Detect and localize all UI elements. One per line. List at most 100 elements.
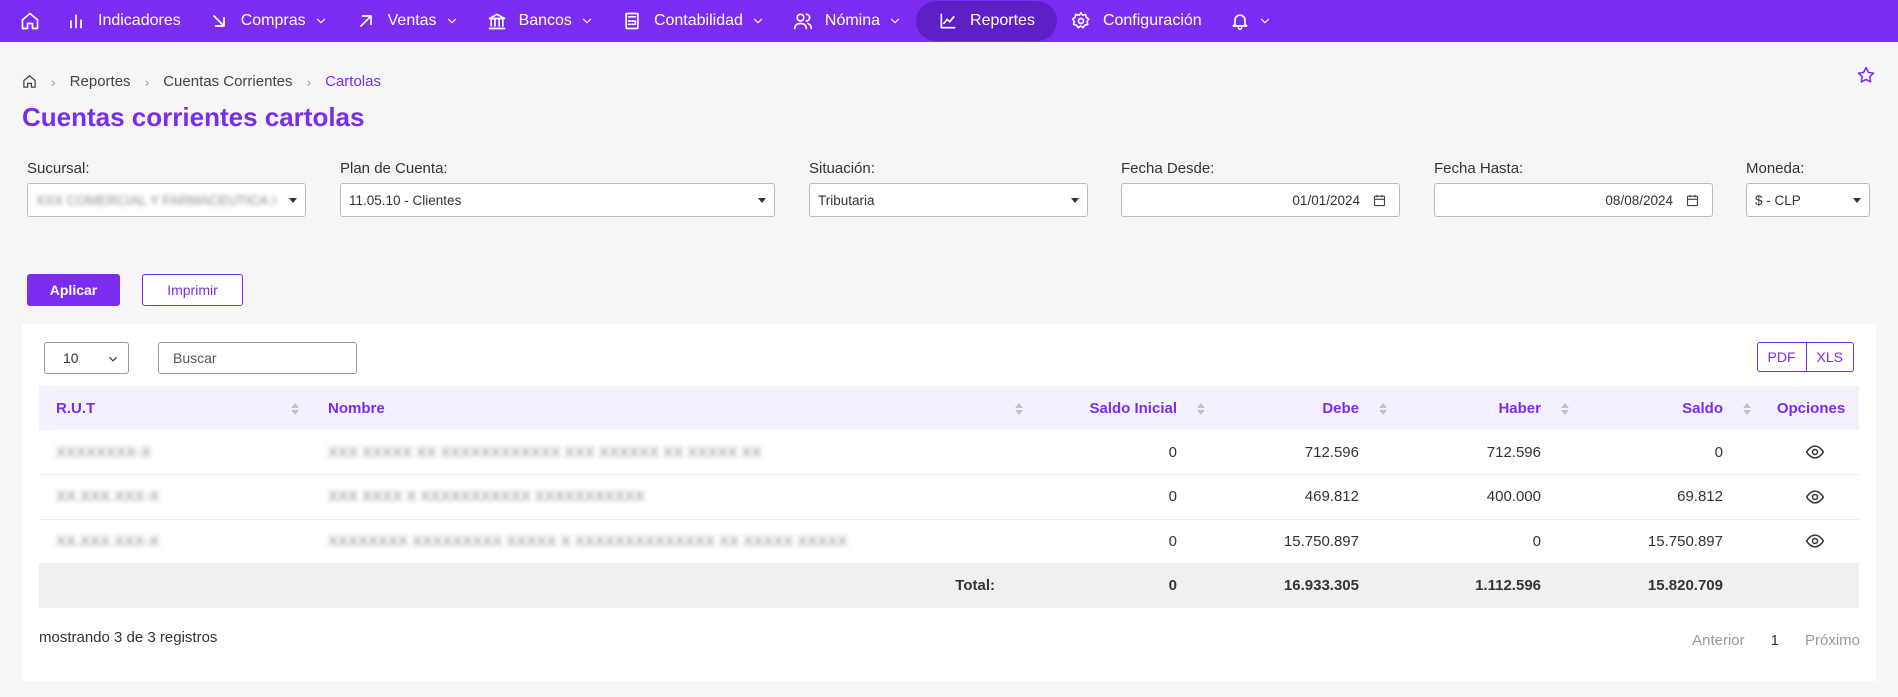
haber-cell: 400.000 <box>1486 488 1541 506</box>
column-header-nombre[interactable]: Nombre <box>311 386 1035 430</box>
chevron-down-icon <box>109 356 117 362</box>
sort-icon <box>1197 403 1205 415</box>
nombre-cell: XXXXXXXX XXXXXXXXX XXXXX X XXXXXXXXXXXXX… <box>328 532 848 550</box>
saldo-inicial-cell: 0 <box>1168 532 1177 550</box>
home-icon[interactable] <box>22 74 37 89</box>
top-navbar: Indicadores Compras Ventas Bancos Contab… <box>0 0 1898 42</box>
debe-cell: 15.750.897 <box>1283 532 1359 550</box>
debe-cell: 469.812 <box>1304 488 1359 506</box>
page-size-select[interactable]: 10 <box>44 342 129 374</box>
table-header-row: R.U.T Nombre Saldo Inicial Debe Haber Sa… <box>39 386 1859 430</box>
fecha-hasta-input[interactable]: 08/08/2024 <box>1434 183 1713 217</box>
saldo-cell: 15.750.897 <box>1647 532 1723 550</box>
total-saldo-inicial: 0 <box>1168 577 1177 595</box>
chevron-down-icon <box>890 18 900 24</box>
chevron-down-icon <box>753 18 762 24</box>
nav-item-label: Indicadores <box>98 12 181 29</box>
filter-fecha-hasta: Fecha Hasta: 08/08/2024 <box>1434 160 1713 217</box>
view-button[interactable] <box>1763 475 1859 520</box>
arrow-down-right-icon <box>212 15 225 27</box>
pagination: Anterior 1 Próximo <box>1684 632 1868 649</box>
page-size-value: 10 <box>63 350 79 366</box>
favorite-button[interactable] <box>1856 65 1876 85</box>
caret-down-icon <box>289 198 297 203</box>
chevron-down-icon <box>582 18 592 24</box>
nav-item-contabilidad[interactable]: Contabilidad <box>608 0 779 42</box>
nav-item-bancos[interactable]: Bancos <box>473 0 608 42</box>
search-input[interactable] <box>158 342 357 374</box>
pagination-prev[interactable]: Anterior <box>1684 632 1753 649</box>
eye-icon <box>1805 490 1824 504</box>
home-nav-button[interactable] <box>8 0 52 42</box>
nav-item-ventas[interactable]: Ventas <box>342 0 473 42</box>
filter-sucursal: Sucursal: XXX COMERCIAL Y FARMACEUTICA X… <box>27 160 306 217</box>
column-header-rut[interactable]: R.U.T <box>39 386 311 430</box>
star-icon <box>1857 66 1875 83</box>
notifications-button[interactable] <box>1216 0 1286 42</box>
saldo-inicial-cell: 0 <box>1168 443 1177 461</box>
records-count: mostrando 3 de 3 registros <box>39 629 218 646</box>
fecha-hasta-label: Fecha Hasta: <box>1434 160 1524 177</box>
nav-item-indicadores[interactable]: Indicadores <box>52 0 195 42</box>
column-header-debe[interactable]: Debe <box>1217 386 1399 430</box>
situacion-label: Situación: <box>809 160 875 177</box>
plan-cuenta-label: Plan de Cuenta: <box>340 160 448 177</box>
export-pdf-button[interactable]: PDF <box>1756 342 1807 372</box>
column-header-opciones: Opciones <box>1776 399 1846 417</box>
line-chart-icon <box>940 13 956 29</box>
total-debe: 16.933.305 <box>1283 577 1359 595</box>
print-button[interactable]: Imprimir <box>142 274 243 306</box>
bell-icon <box>1232 14 1248 31</box>
column-header-saldo-inicial[interactable]: Saldo Inicial <box>1035 386 1217 430</box>
users-icon <box>793 13 813 30</box>
pagination-page[interactable]: 1 <box>1763 632 1787 649</box>
pagination-next[interactable]: Próximo <box>1797 632 1868 649</box>
apply-button[interactable]: Aplicar <box>27 274 120 306</box>
nav-item-compras[interactable]: Compras <box>195 0 342 42</box>
sort-icon <box>1015 403 1023 415</box>
calendar-icon[interactable] <box>1685 193 1700 208</box>
nav-item-configuracion[interactable]: Configuración <box>1057 0 1216 42</box>
export-buttons: PDF XLS <box>1756 342 1854 372</box>
situacion-select[interactable]: Tributaria <box>809 183 1088 217</box>
calendar-icon[interactable] <box>1372 193 1387 208</box>
breadcrumb-item-reportes[interactable]: Reportes <box>70 73 131 90</box>
fecha-desde-input[interactable]: 01/01/2024 <box>1121 183 1400 217</box>
view-button[interactable] <box>1763 430 1859 475</box>
chevron-down-icon <box>447 18 456 24</box>
fecha-hasta-value: 08/08/2024 <box>1605 192 1673 208</box>
cartolas-table: R.U.T Nombre Saldo Inicial Debe Haber Sa… <box>39 386 1859 608</box>
plan-cuenta-value: 11.05.10 - Clientes <box>349 192 462 208</box>
export-xls-button[interactable]: XLS <box>1806 342 1854 372</box>
breadcrumb-item-cuentas-corrientes[interactable]: Cuentas Corrientes <box>163 73 292 90</box>
view-button[interactable] <box>1763 519 1859 564</box>
results-card: 10 PDF XLS R.U.T Nombre Saldo Inicial De… <box>22 324 1876 681</box>
plan-cuenta-select[interactable]: 11.05.10 - Clientes <box>340 183 775 217</box>
column-header-haber[interactable]: Haber <box>1399 386 1581 430</box>
table-row: XXXXXXXX-X XXX XXXXX XX XXXXXXXXXXXX XXX… <box>39 430 1859 475</box>
filter-plan-cuenta: Plan de Cuenta: 11.05.10 - Clientes <box>340 160 775 217</box>
nav-item-reportes[interactable]: Reportes <box>916 1 1057 41</box>
total-haber: 1.112.596 <box>1475 577 1541 595</box>
column-header-saldo[interactable]: Saldo <box>1581 386 1763 430</box>
nav-item-label: Compras <box>240 12 306 29</box>
rut-cell: XXXXXXXX-X <box>56 443 152 461</box>
sort-icon <box>1561 403 1569 415</box>
moneda-select[interactable]: $ - CLP <box>1746 183 1870 217</box>
nav-item-label: Reportes <box>970 12 1035 29</box>
chevron-down-icon <box>1260 18 1269 24</box>
eye-icon <box>1805 445 1824 459</box>
nav-item-label: Configuración <box>1102 12 1202 29</box>
saldo-cell: 69.812 <box>1677 488 1723 506</box>
nav-item-nomina[interactable]: Nómina <box>779 0 916 42</box>
breadcrumb-separator-icon: › <box>306 73 312 90</box>
eye-icon <box>1805 534 1824 548</box>
sort-icon <box>1743 403 1751 415</box>
sucursal-select[interactable]: XXX COMERCIAL Y FARMACEUTICA XX <box>27 183 306 217</box>
fecha-desde-value: 01/01/2024 <box>1292 192 1360 208</box>
total-label: Total: <box>955 577 995 595</box>
situacion-value: Tributaria <box>818 192 875 208</box>
caret-down-icon <box>1071 198 1079 203</box>
nav-item-label: Ventas <box>387 12 437 29</box>
total-saldo: 15.820.709 <box>1647 577 1723 595</box>
